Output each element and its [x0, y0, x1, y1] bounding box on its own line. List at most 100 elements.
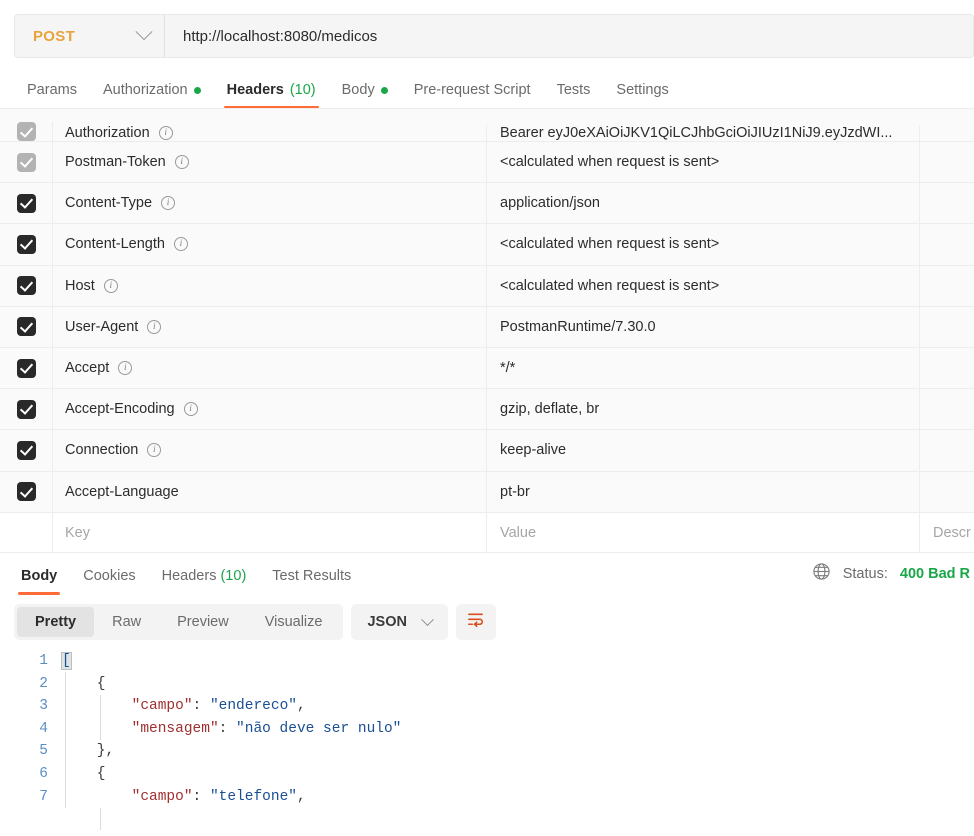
header-enabled-cell[interactable] [0, 224, 53, 265]
code-line: "campo": "telefone", [62, 786, 974, 809]
header-value-cell[interactable]: */* [487, 347, 920, 389]
header-enabled-cell[interactable] [0, 265, 53, 306]
table-row[interactable]: Accept-Language pt-br [0, 471, 974, 513]
request-tab-tests[interactable]: Tests [544, 82, 604, 108]
table-row[interactable]: Content-Length i <calculated when request … [0, 224, 974, 266]
header-key-cell[interactable]: User-Agent i [53, 306, 487, 347]
globe-icon[interactable] [812, 562, 831, 585]
code-token: { [62, 675, 106, 692]
header-key-cell[interactable]: Authorization i [53, 125, 487, 141]
header-value-cell[interactable]: <calculated when request is sent> [487, 265, 920, 306]
header-enabled-cell[interactable] [0, 430, 53, 471]
info-icon[interactable]: i [161, 196, 176, 211]
info-icon[interactable]: i [147, 443, 162, 458]
header-enabled-cell[interactable] [0, 183, 53, 224]
new-header-key-cell[interactable]: Key [53, 512, 487, 552]
header-checkbox[interactable] [16, 152, 36, 172]
header-key-cell[interactable]: Content-Type i [53, 183, 487, 224]
info-icon[interactable]: i [158, 126, 173, 140]
header-checkbox[interactable] [16, 440, 36, 460]
table-row[interactable]: Content-Type i application/json [0, 183, 974, 225]
http-method-dropdown[interactable]: POST [15, 15, 165, 57]
format-tab-raw[interactable]: Raw [94, 607, 159, 637]
request-tab-settings[interactable]: Settings [603, 82, 681, 108]
header-checkbox[interactable] [16, 276, 36, 296]
info-icon[interactable]: i [183, 402, 198, 417]
url-input[interactable]: http://localhost:8080/medicos [165, 15, 973, 57]
header-checkbox[interactable] [16, 193, 36, 213]
header-enabled-cell[interactable] [0, 142, 53, 183]
header-key-text: Content-Length [65, 236, 165, 253]
format-tab-pretty[interactable]: Pretty [17, 607, 95, 637]
header-checkbox[interactable] [16, 317, 36, 337]
header-description-cell[interactable] [920, 348, 974, 388]
header-description-cell[interactable] [920, 183, 974, 223]
headers-table: Authorization i Bearer eyJ0eXAiOiJKV1QiLCJ… [0, 108, 974, 552]
header-key-cell[interactable]: Accept-Encoding i [53, 389, 487, 430]
header-value-cell[interactable]: PostmanRuntime/7.30.0 [487, 306, 920, 347]
header-key-cell[interactable]: Host i [53, 265, 487, 306]
header-key-cell[interactable]: Postman-Token i [53, 142, 487, 183]
header-value-cell[interactable]: keep-alive [487, 430, 920, 471]
request-tab-headers[interactable]: Headers (10) [214, 82, 329, 108]
request-tab-body[interactable]: Body [329, 82, 401, 108]
text-wrap-button[interactable] [455, 604, 496, 640]
header-checkbox[interactable] [16, 358, 36, 378]
header-key-cell[interactable]: Connection i [53, 430, 487, 471]
header-description-cell[interactable] [920, 142, 974, 182]
response-tab-test-results[interactable]: Test Results [259, 568, 364, 595]
request-tab-authorization[interactable]: Authorization [90, 82, 214, 108]
table-row[interactable]: Accept i */* [0, 347, 974, 390]
new-header-value-cell[interactable]: Value [487, 512, 920, 552]
format-tab-visualize[interactable]: Visualize [247, 607, 341, 637]
header-description-cell[interactable] [920, 266, 974, 306]
header-description-cell[interactable] [920, 307, 974, 347]
response-body-viewer[interactable]: 1 2 3 4 5 6 7 [ { "campo": "endereco", "mensag… [0, 650, 974, 830]
header-value-cell[interactable]: gzip, deflate, br [487, 389, 920, 430]
info-icon[interactable]: i [103, 278, 118, 293]
request-tab-params[interactable]: Params [14, 82, 90, 108]
language-select[interactable]: JSON [351, 604, 448, 640]
new-header-enabled-cell[interactable] [0, 512, 53, 552]
new-header-description-cell[interactable]: Descr [920, 513, 974, 552]
header-checkbox[interactable] [16, 122, 36, 141]
header-key-cell[interactable]: Accept i [53, 347, 487, 389]
header-description-cell[interactable] [920, 472, 974, 512]
header-checkbox[interactable] [16, 399, 36, 419]
info-icon[interactable]: i [118, 361, 133, 376]
header-value-cell[interactable]: <calculated when request is sent> [487, 142, 920, 183]
header-checkbox[interactable] [16, 234, 36, 254]
header-enabled-cell[interactable] [0, 306, 53, 347]
table-row[interactable]: Authorization i Bearer eyJ0eXAiOiJKV1QiLCJ… [0, 109, 974, 142]
header-value-cell[interactable]: application/json [487, 183, 920, 224]
header-description-cell[interactable] [920, 389, 974, 429]
format-tab-preview[interactable]: Preview [159, 607, 247, 637]
info-icon[interactable]: i [147, 319, 162, 334]
table-row[interactable]: Postman-Token i <calculated when request i… [0, 142, 974, 184]
header-enabled-cell[interactable] [0, 122, 53, 141]
table-row-new[interactable]: Key Value Descr [0, 512, 974, 552]
table-row[interactable]: Host i <calculated when request is sent> [0, 265, 974, 307]
response-tab-body[interactable]: Body [8, 568, 70, 595]
table-row[interactable]: User-Agent i PostmanRuntime/7.30.0 [0, 306, 974, 348]
header-enabled-cell[interactable] [0, 471, 53, 512]
header-value-cell[interactable]: <calculated when request is sent> [487, 224, 920, 265]
info-icon[interactable]: i [174, 155, 189, 170]
header-enabled-cell[interactable] [0, 389, 53, 430]
table-row[interactable]: Accept-Encoding i gzip, deflate, br [0, 389, 974, 431]
header-key-cell[interactable]: Accept-Language [53, 471, 487, 512]
header-description-cell[interactable] [920, 224, 974, 264]
header-key-cell[interactable]: Content-Length i [53, 224, 487, 265]
header-enabled-cell[interactable] [0, 347, 53, 389]
header-checkbox[interactable] [16, 482, 36, 502]
response-body-code[interactable]: [ { "campo": "endereco", "mensagem": "nã… [61, 650, 974, 830]
header-description-cell[interactable] [920, 430, 974, 470]
response-tab-headers[interactable]: Headers (10) [149, 568, 260, 595]
header-value-cell[interactable]: pt-br [487, 471, 920, 512]
info-icon[interactable]: i [173, 237, 188, 252]
response-tab-cookies[interactable]: Cookies [70, 568, 148, 595]
request-tab-pre-request-script[interactable]: Pre-request Script [401, 82, 544, 108]
header-value-cell[interactable]: Bearer eyJ0eXAiOiJKV1QiLCJhbGciOiJIUzI1N… [487, 125, 920, 141]
table-row[interactable]: Connection i keep-alive [0, 430, 974, 472]
response-tab-count: (10) [216, 567, 247, 584]
